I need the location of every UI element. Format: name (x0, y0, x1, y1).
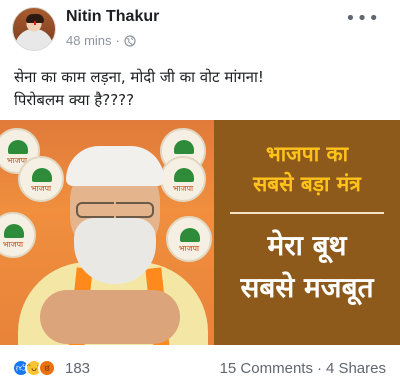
person-hands (40, 290, 180, 344)
photo-area: भाजपा भाजपा भाजपा भाजपा भाजपा भाजपा (0, 120, 214, 345)
footer-separator: · (316, 360, 322, 377)
slogan-divider (230, 212, 384, 214)
reaction-count: 183 (65, 359, 91, 377)
engagement-summary: 15 Comments · 4 Shares (220, 360, 386, 377)
post-text-line-1: सेना का काम लड़ना, मोदी जी का वोट मांगना… (14, 68, 264, 86)
comments-count-link[interactable]: 15 Comments (220, 360, 313, 377)
post-image[interactable]: भाजपा भाजपा भाजपा भाजपा भाजपा भाजपा भाजप… (0, 120, 400, 345)
party-emblem-icon: भाजपा (18, 156, 64, 202)
post-text: सेना का काम लड़ना, मोदी जी का वोट मांगना… (14, 66, 390, 112)
post-time[interactable]: 48 mins (66, 33, 112, 48)
author-name[interactable]: Nitin Thakur (66, 8, 159, 26)
slogan-line-4: सबसे मजबूत (240, 271, 374, 304)
avatar-tilak (34, 21, 36, 25)
globe-icon (124, 34, 136, 47)
post-meta: 48 mins · (66, 33, 136, 48)
meta-separator: · (115, 33, 120, 48)
party-emblem-icon: भाजपा (0, 212, 36, 258)
party-emblem-icon: भाजपा (166, 216, 212, 262)
author-avatar[interactable] (12, 7, 56, 51)
slogan-line-2: सबसे बड़ा मंत्र (253, 172, 361, 196)
party-emblem-icon: भाजपा (160, 156, 206, 202)
slogan-panel: भाजपा का सबसे बड़ा मंत्र मेरा बूथ सबसे म… (214, 120, 400, 345)
person-glasses (76, 202, 154, 218)
angry-icon: ಠ (38, 359, 56, 377)
person-hair (66, 146, 164, 186)
post-text-line-2: पिरोबलम क्या है???? (14, 91, 135, 109)
slogan-line-1: भाजपा का (265, 142, 349, 166)
reactions-summary[interactable]: 👍︎ ᵔᴗᵔ ಠ 183 (12, 359, 90, 377)
more-options-icon[interactable]: ••• (345, 8, 380, 29)
facebook-post: Nitin Thakur 48 mins · ••• सेना का काम ल… (0, 0, 400, 384)
shares-count-link[interactable]: 4 Shares (326, 360, 386, 377)
slogan-line-3: मेरा बूथ (267, 229, 347, 262)
